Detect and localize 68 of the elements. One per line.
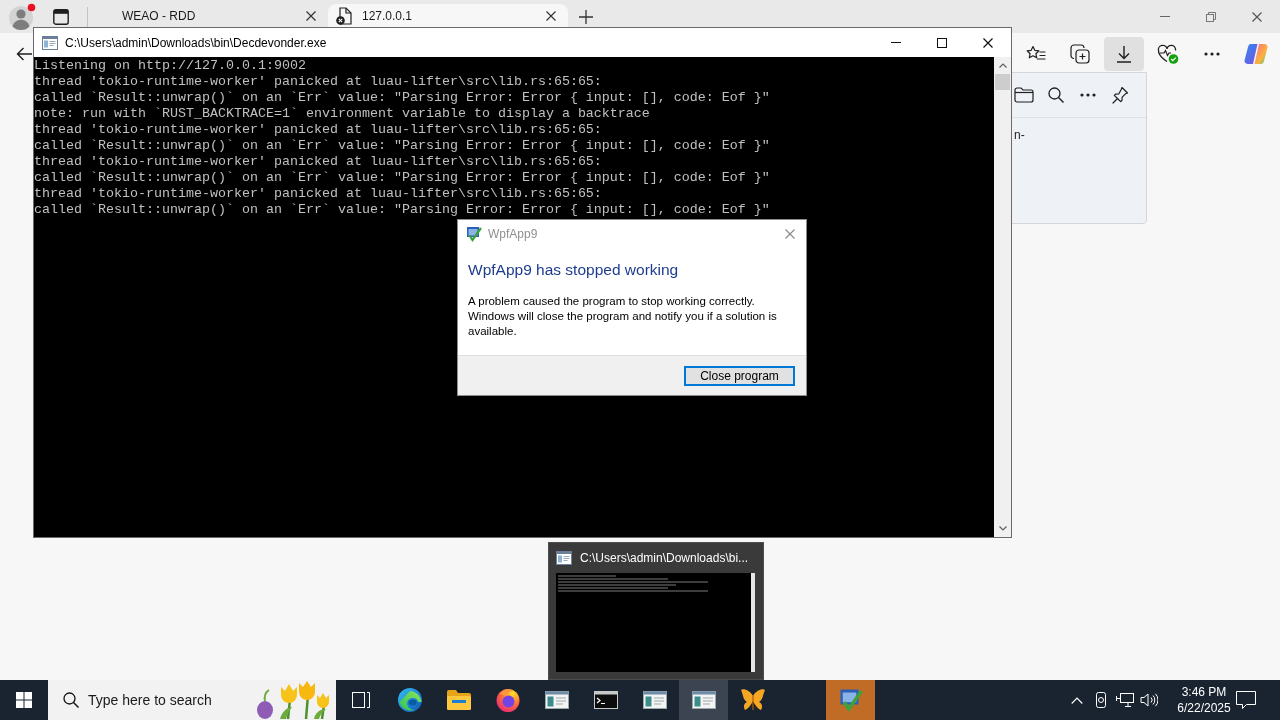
close-icon[interactable]	[1252, 11, 1262, 22]
download-item-text: n-	[1014, 128, 1025, 142]
window-icon	[691, 691, 716, 709]
console-line: thread 'tokio-runtime-worker' panicked at luau-lifter\src\lib.rs:65:65:	[34, 154, 602, 170]
speaker-icon[interactable]	[1140, 693, 1158, 707]
search-icon[interactable]	[63, 692, 79, 708]
pin-icon[interactable]	[1111, 86, 1129, 104]
restore-icon[interactable]	[1206, 11, 1216, 22]
close-icon[interactable]	[983, 37, 993, 48]
browser-icon	[397, 688, 422, 712]
network-icon[interactable]	[1116, 693, 1134, 707]
console-line: called `Result::unwrap()` on an `Err` value: "Parsing Error: Error { input: [], code: Eof }"	[34, 90, 770, 106]
dialog-message: A problem caused the program to stop working correctly. Windows will close the program and notify you if a solution is available.	[468, 294, 778, 339]
windows-logo-icon	[16, 692, 32, 708]
downloads-button[interactable]	[1104, 37, 1144, 71]
console-line: called `Result::unwrap()` on an `Err` value: "Parsing Error: Error { input: [], code: Eof }"	[34, 170, 770, 186]
window-icon	[642, 691, 667, 709]
terminal-icon	[593, 691, 618, 709]
download-icon	[1116, 45, 1132, 63]
console-line: thread 'tokio-runtime-worker' panicked at luau-lifter\src\lib.rs:65:65:	[34, 74, 602, 90]
squares-plus-icon	[1070, 44, 1090, 64]
console-line: note: run with `RUST_BACKTRACE=1` environment variable to display a backtrace	[34, 106, 650, 122]
window-title: C:\Users\admin\Downloads\bin\Decdevonder.exe	[65, 35, 327, 50]
chevron-up-icon[interactable]	[1071, 696, 1083, 704]
console-line: Listening on http://127.0.0.1:9002	[34, 58, 306, 74]
console-icon	[556, 551, 572, 565]
browser-tab[interactable]: 127.0.0.1	[328, 4, 568, 27]
browser-tab[interactable]: WEAO - RDD	[88, 4, 328, 27]
more-icon[interactable]	[1204, 52, 1220, 56]
scroll-up-icon[interactable]	[998, 63, 1007, 68]
logo-icon	[1244, 43, 1268, 65]
notification-icon[interactable]	[1236, 691, 1256, 709]
star-list-icon	[1026, 45, 1046, 63]
tab-close-icon[interactable]	[546, 10, 556, 21]
new-tab-icon[interactable]	[579, 9, 593, 24]
scroll-down-icon[interactable]	[998, 526, 1007, 531]
app-icon	[466, 226, 482, 242]
heart-check-icon	[1157, 44, 1179, 64]
app-icon	[838, 688, 863, 712]
more-icon[interactable]	[1080, 93, 1096, 97]
device-icon[interactable]	[1094, 692, 1108, 708]
console-line: thread 'tokio-runtime-worker' panicked at luau-lifter\src\lib.rs:65:65:	[34, 122, 602, 138]
console-icon	[42, 35, 58, 50]
window-icon	[544, 691, 569, 709]
console-line: thread 'tokio-runtime-worker' panicked at luau-lifter\src\lib.rs:65:65:	[34, 186, 602, 202]
preview-title: C:\Users\admin\Downloads\bi...	[580, 551, 749, 565]
tab-close-icon[interactable]	[306, 10, 316, 21]
clock-time[interactable]: 3:46 PM	[1181, 684, 1227, 700]
search-field[interactable]: Type here to search	[48, 680, 336, 720]
window-preview[interactable]: C:\Users\admin\Downloads\bi...	[548, 542, 764, 680]
dialog-heading: WpfApp9 has stopped working	[468, 261, 679, 279]
close-program-button[interactable]: Close program	[684, 365, 795, 386]
browser-icon	[495, 688, 520, 712]
task-view-icon	[351, 692, 370, 708]
clock-date[interactable]: 6/22/2025	[1177, 700, 1231, 716]
taskbar-button[interactable]	[679, 680, 728, 720]
tab-actions-icon[interactable]	[53, 8, 69, 25]
butterfly-icon	[739, 688, 766, 712]
dialog-title: WpfApp9	[488, 227, 538, 241]
folder-icon[interactable]	[1014, 87, 1034, 103]
console-line: called `Result::unwrap()` on an `Err` value: "Parsing Error: Error { input: [], code: Eof }"	[34, 138, 770, 154]
folder-icon	[446, 690, 471, 710]
avatar-icon[interactable]	[8, 2, 36, 31]
maximize-icon[interactable]	[937, 37, 947, 48]
search-icon[interactable]	[1048, 87, 1064, 103]
console-line: called `Result::unwrap()` on an `Err` value: "Parsing Error: Error { input: [], code: Eof }"	[34, 202, 770, 218]
scrollbar-thumb[interactable]	[995, 74, 1010, 90]
back-icon[interactable]	[16, 47, 32, 61]
